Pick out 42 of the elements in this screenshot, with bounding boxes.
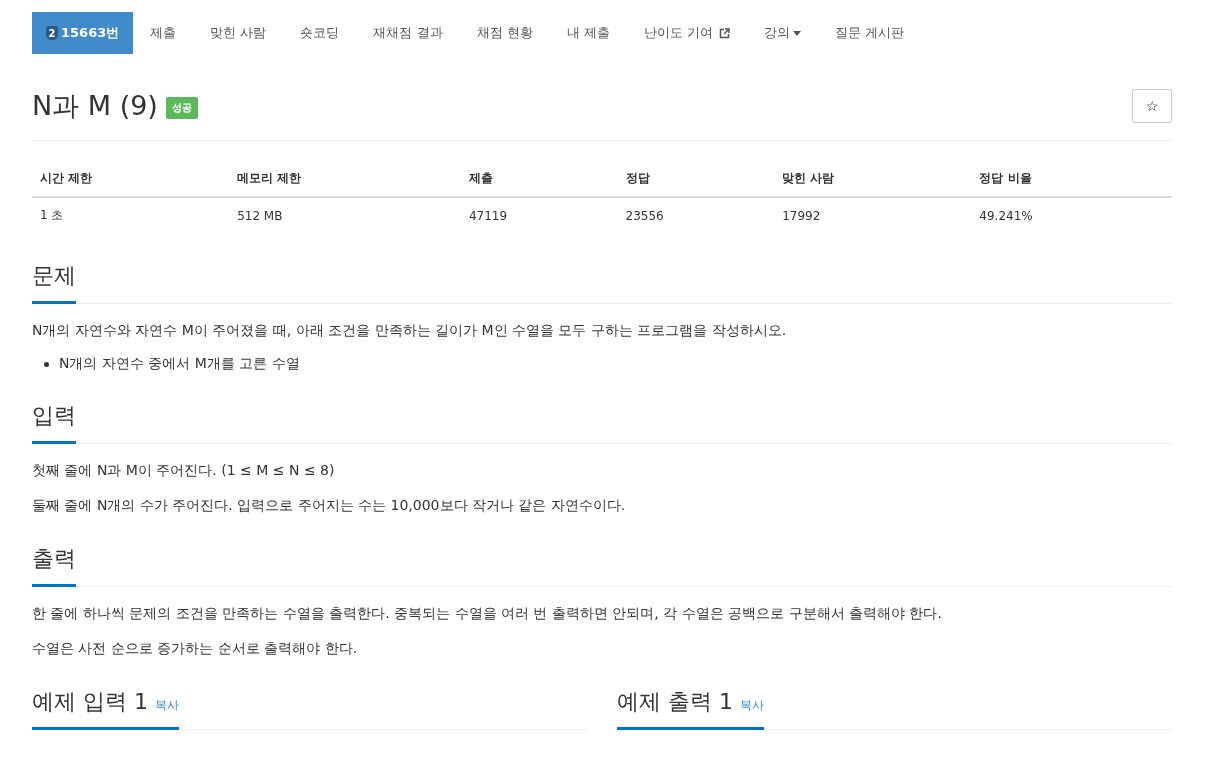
caret-icon [792,30,801,36]
list-item: N개의 자연수 중에서 M개를 고른 수열 [59,355,300,373]
nav-tab[interactable]: 내 제출 [549,12,627,54]
nav-tab[interactable]: 맞힌 사람 [193,12,284,54]
column-header: 제출 [460,161,618,197]
column-header: 메모리 제한 [229,161,461,197]
column-header: 정답 [617,161,775,197]
table-cell: 17992 [774,197,972,233]
paragraph: 한 줄에 하나씩 문제의 조건을 만족하는 수열을 출력한다. 중복되는 수열을 여러 번 출력하면 안되며, 각 수열은 공백으로 구분해서 출력해야 한다. [32,604,943,623]
table-cell: 47119 [460,197,618,233]
nav-tab[interactable]: 채점 현황 [459,12,550,54]
bullet-icon [44,361,49,367]
nav-tab[interactable]: 숏코딩 [283,12,357,54]
favorite-button[interactable]: ☆ [1132,89,1172,123]
copy-link[interactable]: 복사 [740,698,764,712]
paragraph: 수열은 사전 순으로 증가하는 순서로 출력해야 한다. [32,639,359,658]
section-heading: 출력 [32,536,76,587]
column-header: 시간 제한 [32,161,230,197]
nav-tab[interactable]: 재채점 결과 [356,12,460,54]
nav-tab[interactable]: 2 15663번 [32,12,134,54]
paragraph: 첫째 줄에 N과 M이 주어진다. (1 ≤ M ≤ N ≤ 8) [32,461,336,480]
table-cell: 23556 [617,197,775,233]
nav-tab[interactable]: 난이도 기여 [626,12,747,54]
table-cell: 49.241% [971,197,1172,233]
column-header: 정답 비율 [971,161,1172,197]
paragraph: 둘째 줄에 N개의 수가 주어진다. 입력으로 주어지는 수는 10,000보다 작거나 같은 자연수이다. [32,496,627,515]
section-heading: 입력 [32,393,76,444]
nav-tab[interactable]: 강의 [746,12,818,54]
table-cell: 1 초 [32,197,230,233]
status-label: 성공 [165,97,198,119]
section-heading: 예제 출력 1 [617,689,733,714]
tier-badge-icon: 2 [46,26,58,40]
nav-tab[interactable]: 질문 게시판 [817,12,922,54]
copy-link[interactable]: 복사 [155,698,179,712]
table-cell: 512 MB [229,197,461,233]
section-heading: 문제 [32,253,76,304]
paragraph: N개의 자연수와 자연수 M이 주어졌을 때, 아래 조건을 만족하는 길이가 M인 수열을 모두 구하는 프로그램을 작성하시오. [32,321,788,340]
nav-tab[interactable]: 제출 [133,12,194,54]
external-link-icon [718,27,730,39]
column-header: 맞힌 사람 [774,161,972,197]
problem-title: N과 M (9) [32,89,158,123]
section-heading: 예제 입력 1 [32,689,148,714]
